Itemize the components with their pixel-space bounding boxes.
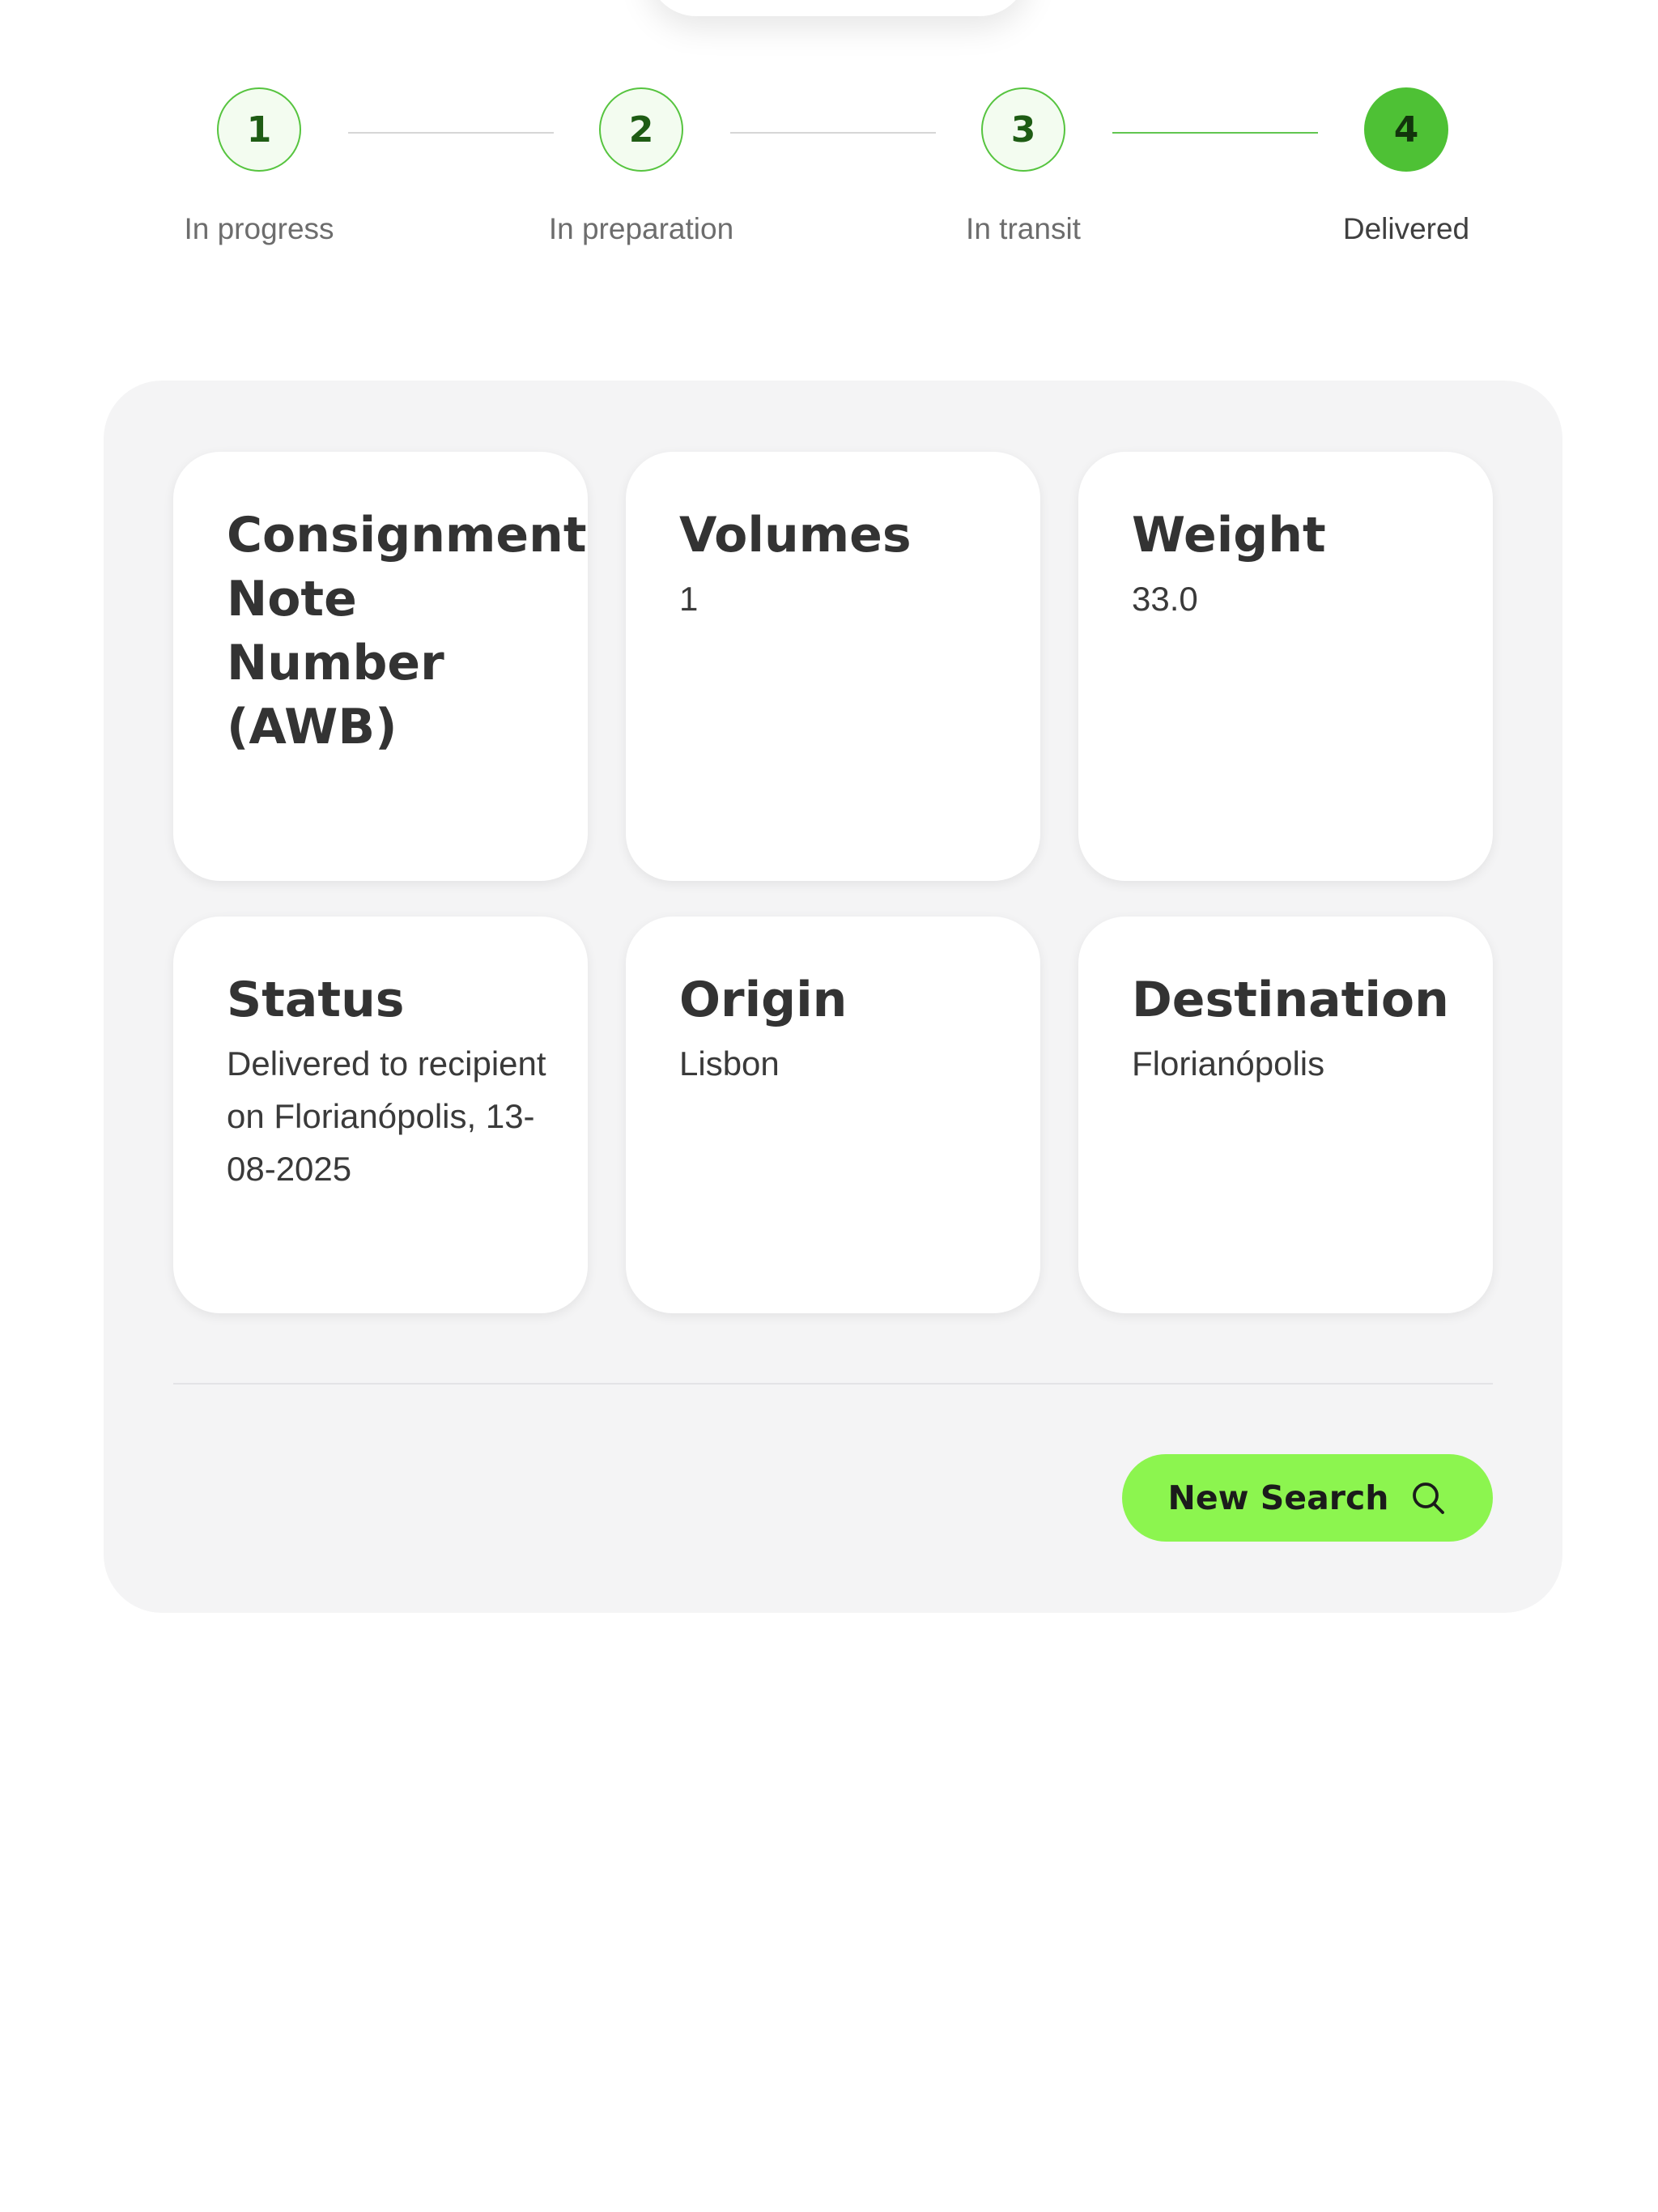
step-label: In preparation	[548, 212, 734, 245]
step-delivered: 4 Delivered	[1277, 87, 1536, 246]
step-number: 1	[217, 87, 301, 172]
status-value: Delivered to recipient on Florianópolis,…	[227, 1044, 546, 1188]
step-label: In transit	[966, 212, 1081, 245]
step-label: Delivered	[1342, 212, 1470, 245]
new-search-button[interactable]: New Search	[1122, 1454, 1493, 1542]
step-label: In progress	[184, 212, 334, 245]
awb-card: Consignment Note Number (AWB)	[173, 452, 588, 881]
step-in-preparation: 2 In preparation	[512, 87, 771, 246]
destination-title: Destination	[1132, 972, 1449, 1028]
step-in-progress: 1 In progress	[130, 87, 389, 246]
progress-stepper: 1 In progress 2 In preparation 3 In tran…	[0, 0, 1658, 275]
status-card: Status Delivered to recipient on Florian…	[173, 917, 588, 1313]
origin-title: Origin	[679, 972, 848, 1028]
shipment-details-panel: Consignment Note Number (AWB) Volumes 1 …	[104, 381, 1562, 1613]
search-icon	[1412, 1482, 1444, 1514]
destination-card: Destination Florianópolis	[1078, 917, 1493, 1313]
panel-divider	[173, 1383, 1493, 1385]
destination-value: Florianópolis	[1132, 1044, 1325, 1083]
volumes-card: Volumes 1	[626, 452, 1040, 881]
status-title: Status	[227, 972, 405, 1028]
step-number: 3	[981, 87, 1065, 172]
origin-value: Lisbon	[679, 1044, 780, 1083]
volumes-value: 1	[679, 580, 699, 618]
awb-title: Consignment Note Number (AWB)	[227, 507, 587, 755]
volumes-title: Volumes	[679, 507, 912, 564]
step-number: 4	[1364, 87, 1448, 172]
step-in-transit: 3 In transit	[894, 87, 1153, 246]
weight-card: Weight 33.0	[1078, 452, 1493, 881]
step-number: 2	[599, 87, 683, 172]
weight-value: 33.0	[1132, 580, 1198, 618]
weight-title: Weight	[1132, 507, 1326, 564]
new-search-label: New Search	[1167, 1478, 1389, 1517]
origin-card: Origin Lisbon	[626, 917, 1040, 1313]
